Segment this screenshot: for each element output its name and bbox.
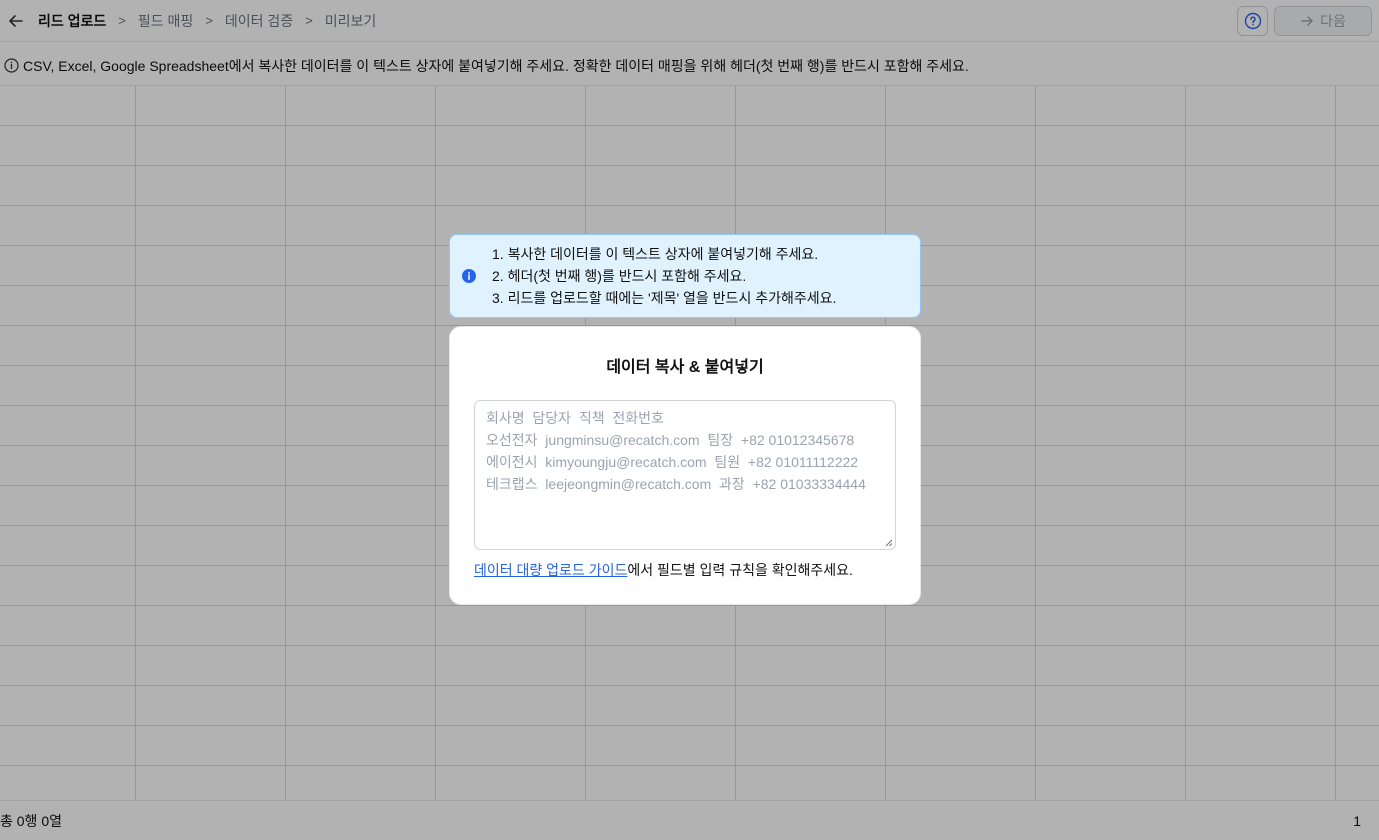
instruction-list: 1. 복사한 데이터를 이 텍스트 상자에 붙여넣기해 주세요. 2. 헤더(첫… (492, 243, 836, 309)
placeholder-line: 에이전시 kimyoungju@recatch.com 팀원 +82 01011… (486, 454, 859, 470)
placeholder-line: 회사명 담당자 직책 전화번호 (486, 410, 664, 426)
placeholder-line: 오선전자 jungminsu@recatch.com 팀장 +82 010123… (486, 432, 855, 448)
paste-instructions-notice: 1. 복사한 데이터를 이 텍스트 상자에 붙여넣기해 주세요. 2. 헤더(첫… (449, 234, 921, 318)
instruction-item: 1. 복사한 데이터를 이 텍스트 상자에 붙여넣기해 주세요. (492, 246, 819, 262)
instruction-item: 3. 리드를 업로드할 때에는 '제목' 열을 반드시 추가해주세요. (492, 290, 837, 306)
upload-guide-text: 데이터 대량 업로드 가이드에서 필드별 입력 규칙을 확인해주세요. (474, 560, 853, 580)
paste-data-modal: 데이터 복사 & 붙여넣기 회사명 담당자 직책 전화번호 오선전자 jungm… (449, 326, 921, 605)
upload-guide-link[interactable]: 데이터 대량 업로드 가이드 (474, 562, 627, 578)
instruction-item: 2. 헤더(첫 번째 행)를 반드시 포함해 주세요. (492, 268, 747, 284)
info-filled-icon (462, 269, 476, 283)
modal-title: 데이터 복사 & 붙여넣기 (606, 359, 764, 376)
paste-textarea[interactable]: 회사명 담당자 직책 전화번호 오선전자 jungminsu@recatch.c… (474, 400, 896, 550)
resize-handle-icon[interactable] (885, 539, 893, 547)
placeholder-line: 테크랩스 leejeongmin@recatch.com 과장 +82 0103… (486, 476, 866, 492)
guide-rest-text: 에서 필드별 입력 규칙을 확인해주세요. (627, 562, 853, 578)
